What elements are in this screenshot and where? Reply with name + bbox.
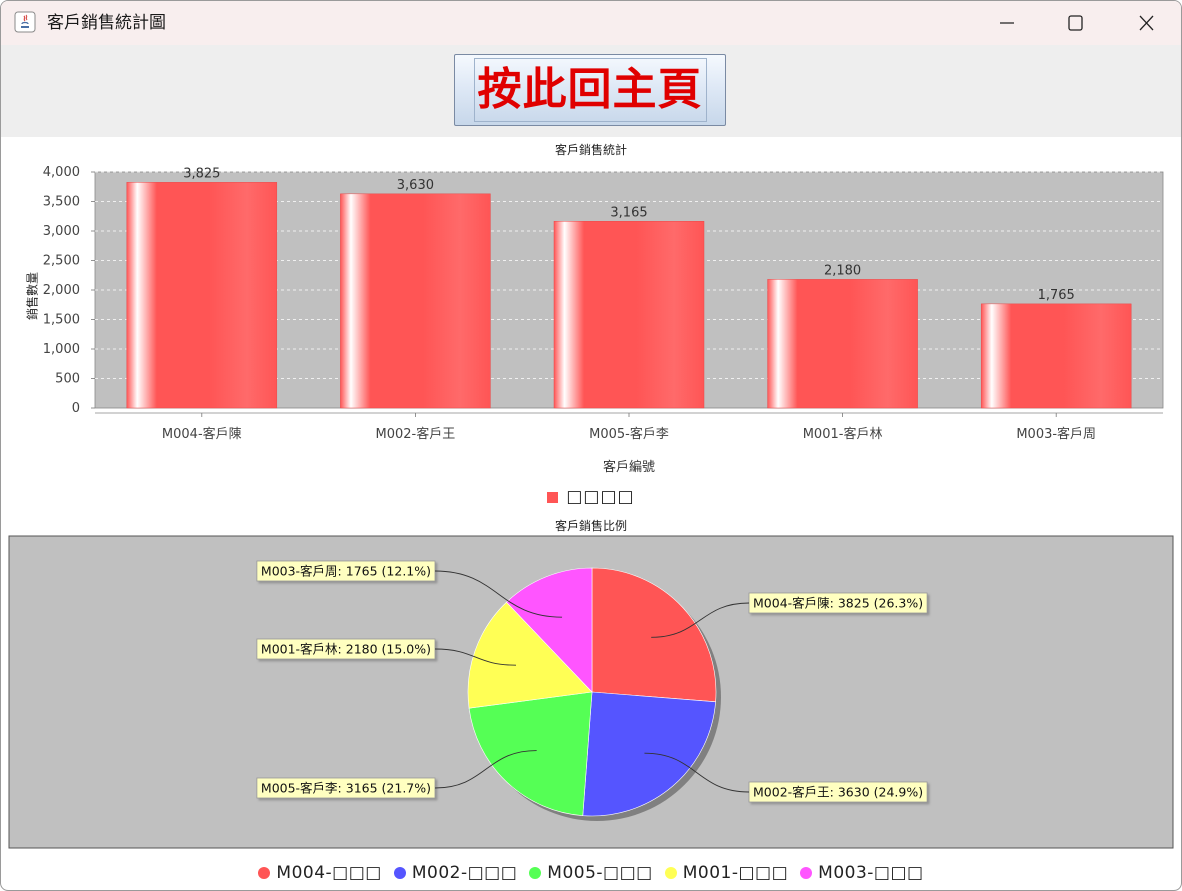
pie-legend-dot: [664, 867, 677, 879]
pie-label-m005: M005-客戶李: 3165 (21.7%): [256, 777, 436, 799]
pie-label-m002: M002-客戶王: 3630 (24.9%): [748, 781, 928, 803]
pie-legend-label: M004-□□□: [276, 863, 382, 883]
pie-legend-label: M002-□□□: [411, 863, 518, 883]
pie-label-text: M005-客戶李: 3165 (21.7%): [261, 781, 431, 796]
pie-legend-item: M003-□□□: [800, 863, 923, 883]
pie-label-m003: M003-客戶周: 1765 (12.1%): [256, 560, 436, 582]
pie-legend-dot: [800, 867, 813, 879]
pie-label-text: M004-客戶陳: 3825 (26.3%): [753, 596, 923, 611]
pie-label-text: M003-客戶周: 1765 (12.1%): [261, 564, 431, 579]
pie-label-m001: M001-客戶林: 2180 (15.0%): [256, 638, 436, 660]
pie-legend-item: M002-□□□: [393, 863, 518, 883]
pie-legend-dot: [393, 867, 406, 879]
pie-label-text: M002-客戶王: 3630 (24.9%): [753, 785, 923, 800]
pie-label-text: M001-客戶林: 2180 (15.0%): [261, 642, 431, 657]
pie-label-m004: M004-客戶陳: 3825 (26.3%): [748, 592, 928, 614]
pie-chart-legend: M004-□□□ M002-□□□ M005-□□□ M001-□□□ M003-□□□: [1, 863, 1181, 883]
pie-legend-label: M005-□□□: [547, 863, 653, 883]
pie-legend-label: M001-□□□: [682, 863, 789, 883]
pie-chart: M004-客戶陳: 3825 (26.3%) M002-客戶王: 3630 (24…: [8, 535, 1174, 849]
pie-legend-dot: [529, 867, 542, 879]
app-window: 客戶銷售統計圖 按此回主頁 客戶銷售統計 銷售數量 0 500 1,000 1,50: [0, 0, 1182, 891]
pie-legend-item: M001-□□□: [664, 863, 789, 883]
pie-legend-item: M005-□□□: [529, 863, 652, 883]
pie-legend-label: M003-□□□: [818, 863, 924, 883]
pie-legend-dot: [258, 867, 271, 879]
pie-legend-item: M004-□□□: [258, 863, 381, 883]
